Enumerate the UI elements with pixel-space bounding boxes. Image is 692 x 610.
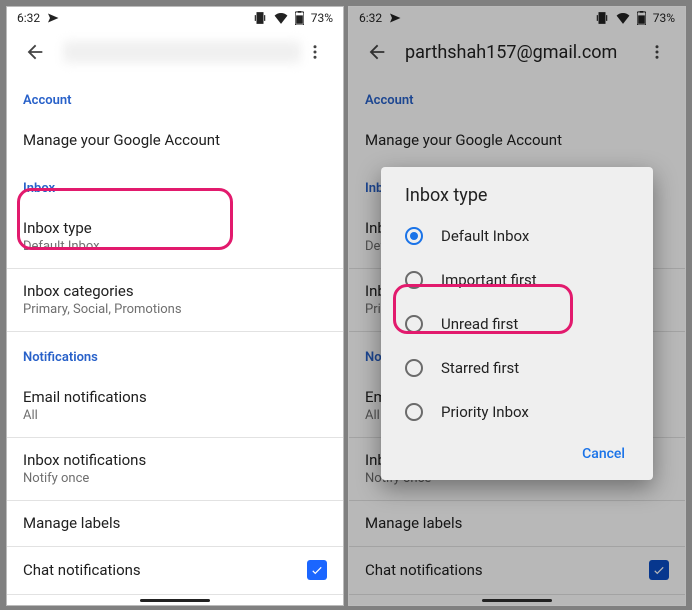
status-bar: 6:32 73% <box>349 7 685 29</box>
inbox-categories-row[interactable]: Inbox categories Primary, Social, Promot… <box>23 269 327 331</box>
vibrate-icon <box>595 11 609 25</box>
section-inbox: Inbox <box>23 181 327 196</box>
inbox-type-row[interactable]: Inbox type Default Inbox <box>23 206 327 268</box>
account-title-redacted <box>63 41 301 63</box>
wifi-icon <box>616 12 630 24</box>
battery-pct: 73% <box>653 11 675 25</box>
option-default-inbox[interactable]: Default Inbox <box>381 214 653 258</box>
section-account: Account <box>365 93 669 108</box>
battery-icon <box>295 11 304 25</box>
clock: 6:32 <box>359 11 382 25</box>
option-priority-inbox[interactable]: Priority Inbox <box>381 390 653 434</box>
app-top-bar <box>7 29 343 75</box>
nav-indicator[interactable] <box>140 599 210 602</box>
option-starred-first[interactable]: Starred first <box>381 346 653 390</box>
radio-icon <box>405 271 423 289</box>
chat-notifications-row[interactable]: Chat notifications <box>365 547 669 594</box>
option-unread-first[interactable]: Unread first <box>381 302 653 346</box>
app-top-bar: parthshah157@gmail.com <box>349 29 685 75</box>
vibrate-icon <box>253 11 267 25</box>
wifi-icon <box>274 12 288 24</box>
chat-notifications-checkbox[interactable] <box>307 560 327 580</box>
radio-icon <box>405 315 423 333</box>
phone-left: 6:32 73% Account Manage your Google Acco… <box>6 6 344 606</box>
manage-google-account[interactable]: Manage your Google Account <box>365 118 669 163</box>
manage-labels-row[interactable]: Manage labels <box>23 501 327 546</box>
nav-indicator[interactable] <box>482 599 552 602</box>
status-bar: 6:32 73% <box>7 7 343 29</box>
email-notifications-row[interactable]: Email notifications All <box>23 375 327 437</box>
back-icon[interactable] <box>363 38 391 66</box>
dialog-title: Inbox type <box>405 185 653 206</box>
battery-pct: 73% <box>311 11 333 25</box>
section-notifications: Notifications <box>23 350 327 365</box>
clock: 6:32 <box>17 11 40 25</box>
battery-icon <box>637 11 646 25</box>
phone-right: 6:32 73% parthshah157@gmail.com Account … <box>348 6 686 606</box>
manage-google-account[interactable]: Manage your Google Account <box>23 118 327 163</box>
radio-selected-icon <box>405 227 423 245</box>
radio-icon <box>405 403 423 421</box>
account-email: parthshah157@gmail.com <box>405 42 643 63</box>
manage-labels-row[interactable]: Manage labels <box>365 501 669 546</box>
more-icon[interactable] <box>301 38 329 66</box>
option-important-first[interactable]: Important first <box>381 258 653 302</box>
inbox-type-dialog: Inbox type Default Inbox Important first… <box>381 167 653 480</box>
chat-notifications-checkbox[interactable] <box>649 560 669 580</box>
dual-screenshot: 6:32 73% Account Manage your Google Acco… <box>0 0 692 610</box>
back-icon[interactable] <box>21 38 49 66</box>
inbox-notifications-row[interactable]: Inbox notifications Notify once <box>23 438 327 500</box>
radio-icon <box>405 359 423 377</box>
settings-list: Account Manage your Google Account Inbox… <box>7 93 343 606</box>
more-icon[interactable] <box>643 38 671 66</box>
inbox-type-title: Inbox type <box>23 219 327 237</box>
cancel-button[interactable]: Cancel <box>572 440 635 468</box>
send-icon <box>389 12 401 24</box>
section-account: Account <box>23 93 327 108</box>
inbox-type-subtitle: Default Inbox <box>23 239 327 254</box>
chat-notifications-row[interactable]: Chat notifications <box>23 547 327 594</box>
send-icon <box>47 12 59 24</box>
